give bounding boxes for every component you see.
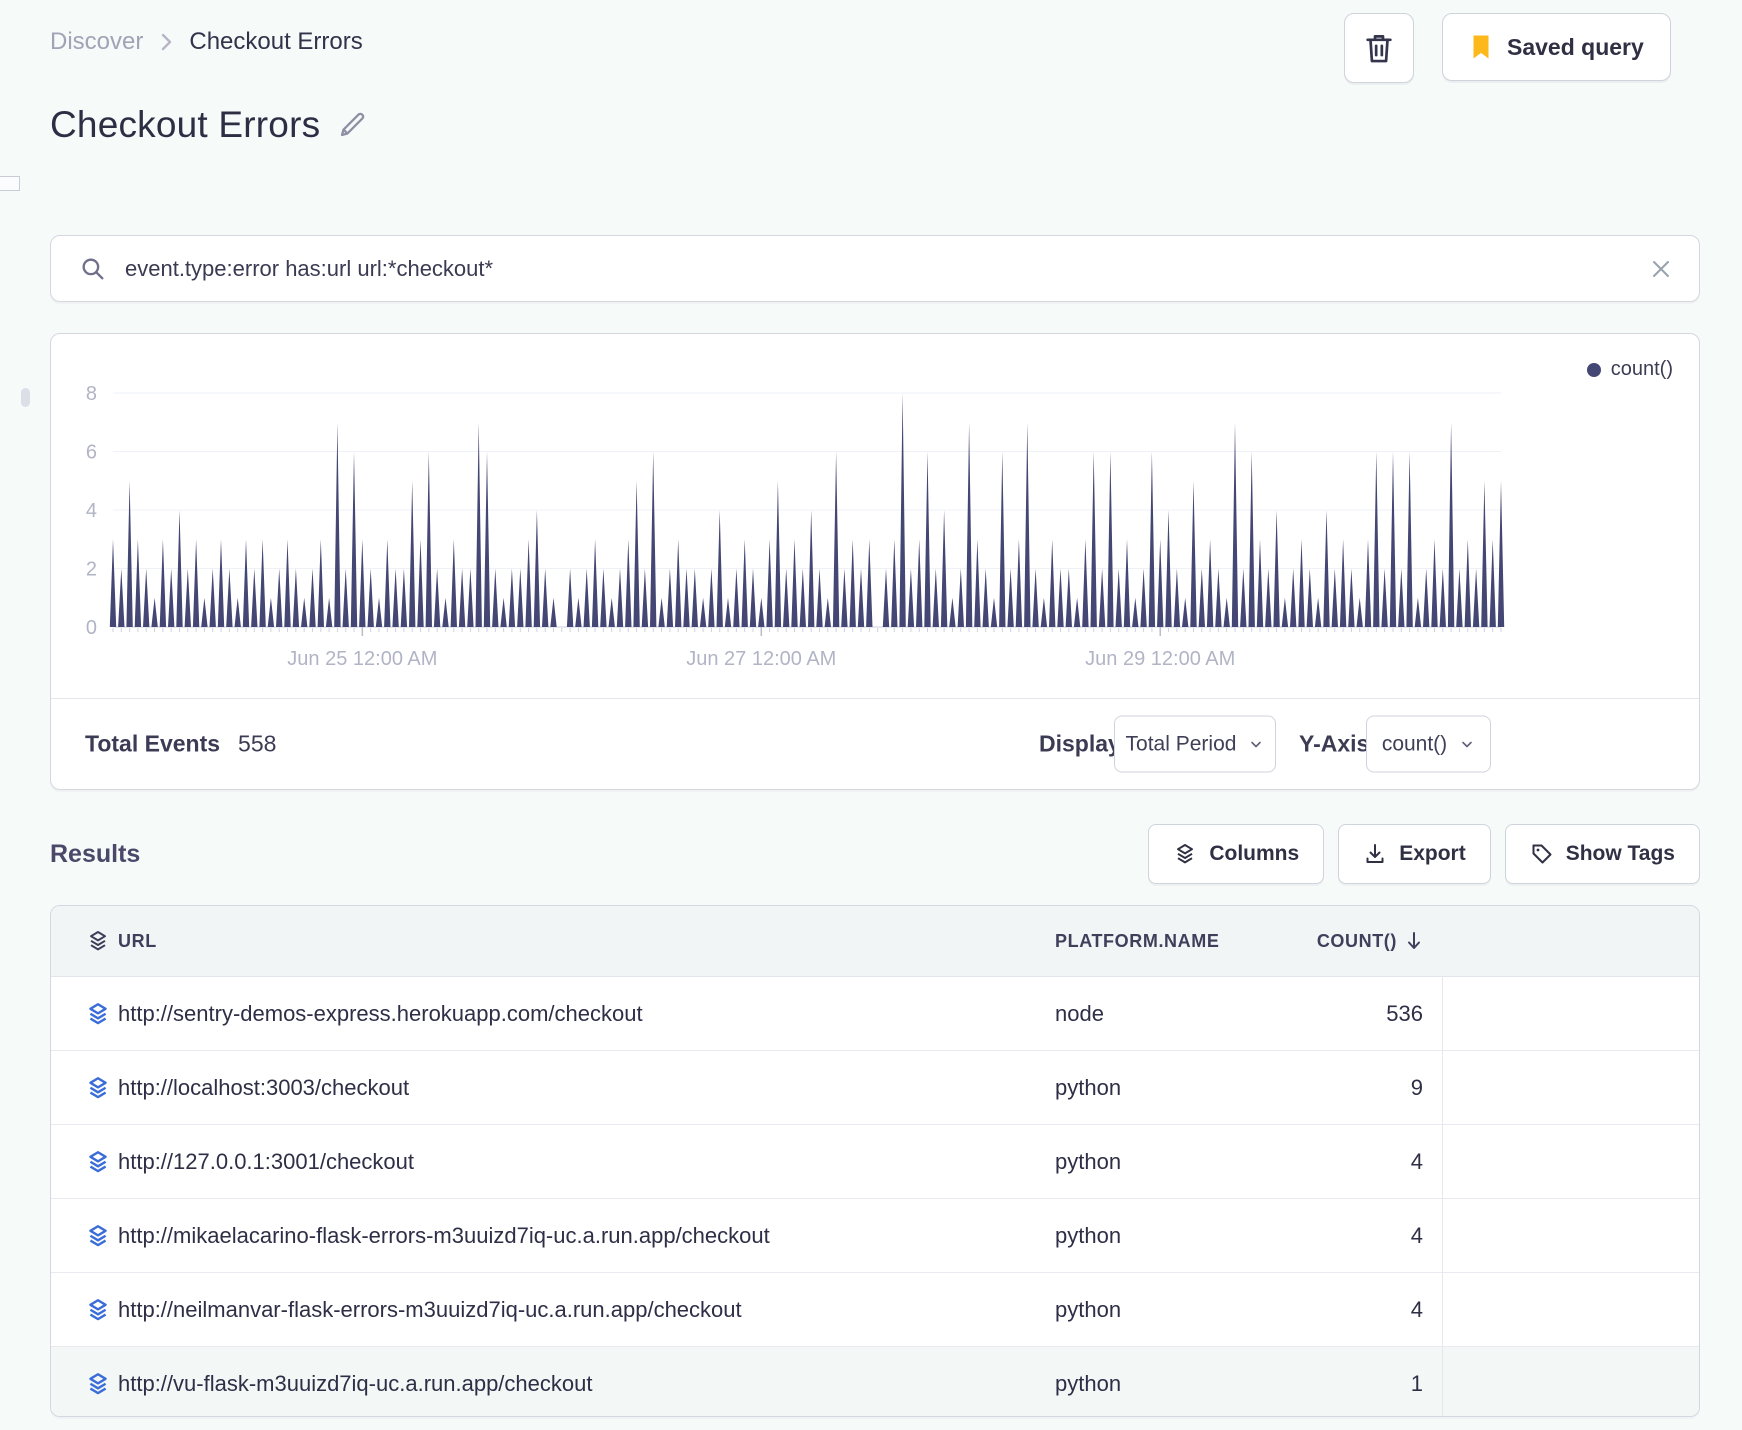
- row-url: http://vu-flask-m3uuizd7iq-uc.a.run.app/…: [118, 1370, 593, 1396]
- table-row: http://neilmanvar-flask-errors-m3uuizd7i…: [51, 1272, 1699, 1346]
- table-header-row: URL PLATFORM.NAME COUNT(): [51, 906, 1699, 977]
- legend-label: count(): [1610, 358, 1673, 380]
- breadcrumb-current: Checkout Errors: [189, 28, 363, 55]
- export-button-label: Export: [1399, 842, 1466, 865]
- svg-text:Jun 25 12:00 AM: Jun 25 12:00 AM: [287, 648, 437, 670]
- export-button[interactable]: Export: [1338, 824, 1491, 884]
- bookmark-icon: [1469, 34, 1493, 60]
- display-dropdown-value: Total Period: [1125, 732, 1237, 755]
- show-tags-button[interactable]: Show Tags: [1504, 824, 1700, 884]
- row-url: http://localhost:3003/checkout: [118, 1074, 410, 1100]
- layers-icon: [1173, 842, 1197, 866]
- row-platform: python: [1055, 1370, 1122, 1396]
- svg-text:4: 4: [86, 500, 97, 522]
- row-platform: python: [1055, 1222, 1122, 1248]
- chevron-down-icon: [1251, 741, 1262, 747]
- saved-query-label: Saved query: [1507, 33, 1644, 60]
- svg-text:8: 8: [86, 383, 97, 405]
- column-header-platform[interactable]: PLATFORM.NAME: [1055, 931, 1304, 952]
- svg-text:6: 6: [86, 442, 97, 464]
- row-stack-icon[interactable]: [77, 1149, 118, 1175]
- total-events-value: 558: [238, 730, 277, 757]
- display-label: Display: [1039, 730, 1121, 757]
- edit-title-pencil-icon[interactable]: [336, 109, 368, 141]
- table-row: http://127.0.0.1:3001/checkout python 4: [51, 1124, 1699, 1198]
- yaxis-dropdown[interactable]: count(): [1366, 715, 1491, 773]
- header-layers-icon[interactable]: [77, 929, 118, 953]
- svg-text:Jun 27 12:00 AM: Jun 27 12:00 AM: [686, 648, 836, 670]
- legend-count[interactable]: count(): [1586, 358, 1673, 381]
- row-stack-icon[interactable]: [77, 1001, 118, 1027]
- download-icon: [1363, 842, 1387, 866]
- row-stack-icon[interactable]: [77, 1371, 118, 1397]
- events-chart-panel: 0 2 4 6 8 Jun 25 12:00 AM Jun 27 12:00 AM Jun 2…: [50, 333, 1700, 790]
- delete-query-button[interactable]: [1344, 13, 1414, 83]
- table-row: http://vu-flask-m3uuizd7iq-uc.a.run.app/…: [51, 1346, 1699, 1416]
- table-body: http://sentry-demos-express.herokuapp.co…: [51, 977, 1699, 1416]
- breadcrumb-discover-link[interactable]: Discover: [50, 28, 143, 56]
- scrollbar-thumb[interactable]: [21, 388, 30, 407]
- row-count: 9: [1410, 1074, 1423, 1100]
- row-count: 4: [1410, 1222, 1423, 1248]
- search-bar[interactable]: event.type:error has:url url:*checkout*: [50, 235, 1700, 302]
- row-url: http://neilmanvar-flask-errors-m3uuizd7i…: [118, 1296, 742, 1322]
- results-table: URL PLATFORM.NAME COUNT() http://sentry-…: [50, 905, 1700, 1417]
- row-platform: python: [1055, 1074, 1122, 1100]
- yaxis-dropdown-value: count(): [1381, 732, 1448, 755]
- row-stack-icon[interactable]: [77, 1297, 118, 1323]
- row-count: 1: [1410, 1370, 1423, 1396]
- table-row: http://localhost:3003/checkout python 9: [51, 1050, 1699, 1124]
- chevron-right-icon: [157, 30, 175, 54]
- row-url: http://mikaelacarino-flask-errors-m3uuiz…: [118, 1222, 770, 1248]
- trash-icon: [1362, 31, 1396, 65]
- results-actions: Columns Export Show Tags: [1148, 824, 1700, 884]
- column-divider: [1442, 976, 1443, 1416]
- results-title: Results: [50, 839, 141, 868]
- svg-text:Jun 29 12:00 AM: Jun 29 12:00 AM: [1085, 648, 1235, 670]
- row-platform: node: [1055, 1000, 1104, 1026]
- display-dropdown[interactable]: Total Period: [1114, 715, 1276, 773]
- row-url: http://127.0.0.1:3001/checkout: [118, 1148, 415, 1174]
- search-input[interactable]: event.type:error has:url url:*checkout*: [125, 256, 1631, 282]
- row-stack-icon[interactable]: [77, 1075, 118, 1101]
- columns-button[interactable]: Columns: [1148, 824, 1325, 884]
- row-count: 4: [1410, 1148, 1423, 1174]
- results-header: Results Columns Export Show Tags: [50, 824, 1700, 884]
- column-header-count-label: COUNT(): [1316, 930, 1397, 951]
- row-count: 4: [1410, 1296, 1423, 1322]
- tag-icon: [1530, 842, 1554, 866]
- show-tags-button-label: Show Tags: [1565, 842, 1675, 865]
- row-platform: python: [1055, 1148, 1122, 1174]
- chevron-down-icon: [1462, 741, 1472, 747]
- chart-footer: Total Events 558 Display Total Period Y-…: [51, 698, 1699, 789]
- row-platform: python: [1055, 1296, 1122, 1322]
- column-header-url[interactable]: URL: [118, 931, 1055, 952]
- row-count: 536: [1386, 1000, 1423, 1026]
- page-title: Checkout Errors: [50, 104, 321, 145]
- sort-desc-arrow-icon: [1408, 932, 1420, 949]
- events-area-chart[interactable]: 0 2 4 6 8 Jun 25 12:00 AM Jun 27 12:00 AM Jun 2…: [51, 334, 1701, 679]
- row-url: http://sentry-demos-express.herokuapp.co…: [118, 1000, 643, 1026]
- search-icon: [79, 255, 107, 283]
- yaxis-label: Y-Axis: [1299, 730, 1370, 757]
- discover-page: Discover Checkout Errors Saved query Che…: [0, 0, 1742, 1430]
- breadcrumb: Discover Checkout Errors: [50, 28, 363, 56]
- table-row: http://sentry-demos-express.herokuapp.co…: [51, 977, 1699, 1050]
- total-events-label: Total Events: [85, 730, 221, 757]
- total-events: Total Events 558: [85, 731, 276, 758]
- clear-search-icon[interactable]: [1649, 257, 1673, 281]
- title-row: Checkout Errors: [50, 104, 368, 146]
- columns-button-label: Columns: [1209, 842, 1300, 865]
- row-stack-icon[interactable]: [77, 1223, 118, 1249]
- svg-text:0: 0: [86, 617, 97, 639]
- svg-text:2: 2: [86, 559, 97, 581]
- panel-resize-handle[interactable]: [0, 176, 20, 191]
- header-actions: Saved query: [1344, 13, 1671, 83]
- table-row: http://mikaelacarino-flask-errors-m3uuiz…: [51, 1198, 1699, 1272]
- legend-dot-icon: [1586, 362, 1601, 377]
- column-header-count[interactable]: COUNT(): [1304, 931, 1440, 952]
- saved-query-button[interactable]: Saved query: [1442, 13, 1671, 81]
